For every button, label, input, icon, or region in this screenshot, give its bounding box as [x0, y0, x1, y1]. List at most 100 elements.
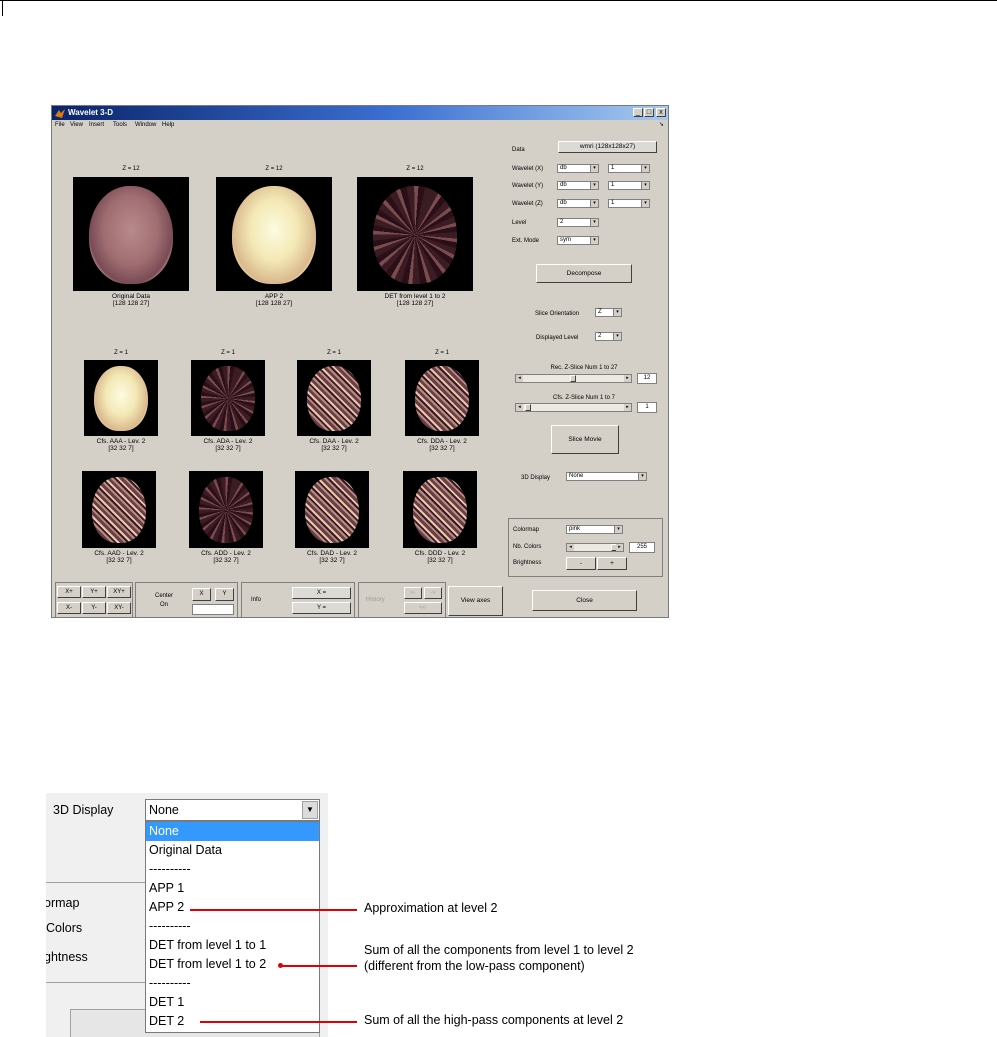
close-button[interactable]: Close: [532, 590, 637, 611]
brain-slice-icon: [305, 477, 359, 544]
zoom-option-4[interactable]: APP 1: [146, 879, 319, 898]
slice-movie-button[interactable]: Slice Movie: [551, 425, 619, 454]
top-panel-2-size: [128 128 27]: [255, 300, 293, 307]
history-reset-button[interactable]: <<-: [404, 602, 442, 614]
colormap-select[interactable]: pink ▾: [566, 525, 623, 534]
coef-row1-panel-1-size: [32 32 7]: [108, 445, 134, 452]
coef-row1-panel-1-caption: Cfs. AAA - Lev. 2: [96, 438, 146, 445]
zoom-option-5[interactable]: APP 2: [146, 898, 319, 917]
nb-colors-slider[interactable]: ◂ ▸: [566, 543, 624, 552]
coef-row2-panel-1-image[interactable]: [82, 471, 156, 548]
zoom-option-1[interactable]: None: [146, 822, 319, 841]
top-panel-1-size: [128 128 27]: [112, 300, 150, 307]
menu-tools[interactable]: Tools: [113, 121, 127, 129]
zoom-yplus-button[interactable]: Y+: [82, 586, 106, 598]
dock-arrow-icon[interactable]: ➘: [659, 121, 664, 128]
zoom-3d-display-select[interactable]: None ▼: [145, 799, 320, 821]
coef-row1-panel-3-image[interactable]: [297, 360, 371, 436]
top-panel-2-image[interactable]: [216, 177, 332, 291]
history-forward-button[interactable]: ->: [424, 587, 442, 599]
brain-slice-icon: [415, 366, 469, 432]
top-panel-1-caption: Original Data: [112, 293, 150, 300]
zoom-xyminus-button[interactable]: XY-: [107, 602, 131, 614]
wavelet-x-family-select[interactable]: db ▾: [557, 164, 599, 173]
brightness-label: Brightness: [513, 560, 542, 566]
chevron-down-icon[interactable]: ▼: [302, 801, 318, 819]
coef-row2-panel-3-caption: Cfs. DAD - Lev. 2: [306, 550, 358, 557]
brain-slice-icon: [94, 366, 148, 432]
menu-window[interactable]: Window: [135, 121, 156, 129]
menu-help[interactable]: Help: [162, 121, 174, 129]
wavelet-y-family-select[interactable]: db ▾: [557, 181, 599, 190]
wavelet-z-family-select[interactable]: db ▾: [557, 199, 599, 208]
cfs-slice-input[interactable]: 1: [637, 402, 657, 413]
zoom-3d-display-label: 3D Display: [53, 803, 114, 817]
maximize-button[interactable]: □: [644, 108, 654, 117]
slice-orientation-select[interactable]: Z ▾: [595, 308, 622, 317]
coef-row1-panel-4-image[interactable]: [405, 360, 479, 436]
coef-row1-panel-2-z-label: Z = 1: [221, 350, 235, 356]
level-select[interactable]: 2 ▾: [557, 218, 599, 227]
zoom-option-7[interactable]: DET from level 1 to 1: [146, 936, 319, 955]
displayed-level-select[interactable]: 2 ▾: [595, 332, 622, 341]
menu-view[interactable]: View: [70, 121, 83, 129]
cfs-slice-thumb[interactable]: [525, 404, 531, 411]
close-window-button[interactable]: x: [656, 108, 666, 117]
zoom-xyplus-button[interactable]: XY+: [107, 586, 131, 598]
zoom-option-10[interactable]: DET 1: [146, 993, 319, 1012]
level-label: Level: [512, 220, 527, 226]
wavelet-3d-window: Wavelet 3-D _ □ x File View Insert Tools…: [51, 105, 669, 618]
center-y-button[interactable]: Y: [215, 588, 234, 601]
rec-slice-label: Rec. Z-Slice Num 1 to 27: [550, 365, 618, 371]
wavelet-y-order-select[interactable]: 1 ▾: [608, 181, 650, 190]
coef-row2-panel-3-image[interactable]: [295, 471, 369, 548]
center-label: Center: [154, 593, 173, 599]
nb-colors-input[interactable]: 255: [629, 542, 655, 553]
annotation-app2: Approximation at level 2: [364, 901, 498, 915]
rec-slice-thumb[interactable]: [570, 375, 576, 382]
rec-slice-input[interactable]: 12: [637, 373, 657, 384]
minimize-button[interactable]: _: [633, 108, 643, 117]
history-back-button[interactable]: <-: [404, 587, 422, 599]
zoom-option-2[interactable]: Original Data: [146, 841, 319, 860]
view-axes-button[interactable]: View axes: [448, 586, 503, 616]
top-panel-3-image[interactable]: [357, 177, 473, 291]
brightness-plus-button[interactable]: +: [597, 557, 627, 570]
coef-row2-panel-4-image[interactable]: [403, 471, 477, 548]
coef-row2-panel-4-size: [32 32 7]: [427, 557, 453, 564]
center-x-button[interactable]: X: [192, 588, 211, 601]
coef-row1-panel-2-caption: Cfs. ADA - Lev. 2: [203, 438, 253, 445]
display3d-select[interactable]: None ▾: [566, 472, 647, 481]
coef-row1-panel-4-size: [32 32 7]: [429, 445, 455, 452]
menu-insert[interactable]: Insert: [89, 121, 104, 129]
ext-mode-select[interactable]: sym ▾: [557, 236, 599, 245]
brain-slice-icon: [92, 477, 146, 544]
coef-row1-panel-4-z-label: Z = 1: [435, 350, 449, 356]
cfs-slice-slider[interactable]: ◂ ▸: [515, 403, 632, 412]
coef-row1-panel-4-caption: Cfs. DDA - Lev. 2: [417, 438, 467, 445]
coef-row2-panel-2-image[interactable]: [189, 471, 263, 548]
coef-row1-panel-2-image[interactable]: [191, 360, 265, 436]
zoom-divider-1: [46, 882, 145, 883]
annotation-line-app2: [190, 909, 357, 911]
wavelet-z-order-select[interactable]: 1 ▾: [608, 199, 650, 208]
info-label: Info: [251, 597, 262, 603]
decompose-button[interactable]: Decompose: [536, 264, 632, 283]
coef-row1-panel-3-size: [32 32 7]: [321, 445, 347, 452]
top-panel-1-image[interactable]: [73, 177, 189, 291]
menu-file[interactable]: File: [55, 121, 65, 129]
zoom-xminus-button[interactable]: X-: [57, 602, 81, 614]
coef-row1-panel-1-image[interactable]: [84, 360, 158, 436]
zoom-yminus-button[interactable]: Y-: [82, 602, 106, 614]
brain-slice-icon: [307, 366, 361, 432]
coef-row2-panel-3-size: [32 32 7]: [319, 557, 345, 564]
center-input[interactable]: [192, 604, 234, 615]
wavelet-x-label: Wavelet (X): [512, 166, 544, 172]
info-x-field: X =: [292, 587, 351, 599]
zoom-brightness-label: ghtness: [46, 950, 88, 964]
wavelet-x-order-select[interactable]: 1 ▾: [608, 164, 650, 173]
matlab-icon: [55, 109, 65, 118]
zoom-xplus-button[interactable]: X+: [57, 586, 81, 598]
brightness-minus-button[interactable]: -: [566, 557, 596, 570]
rec-slice-slider[interactable]: ◂ ▸: [515, 374, 632, 383]
